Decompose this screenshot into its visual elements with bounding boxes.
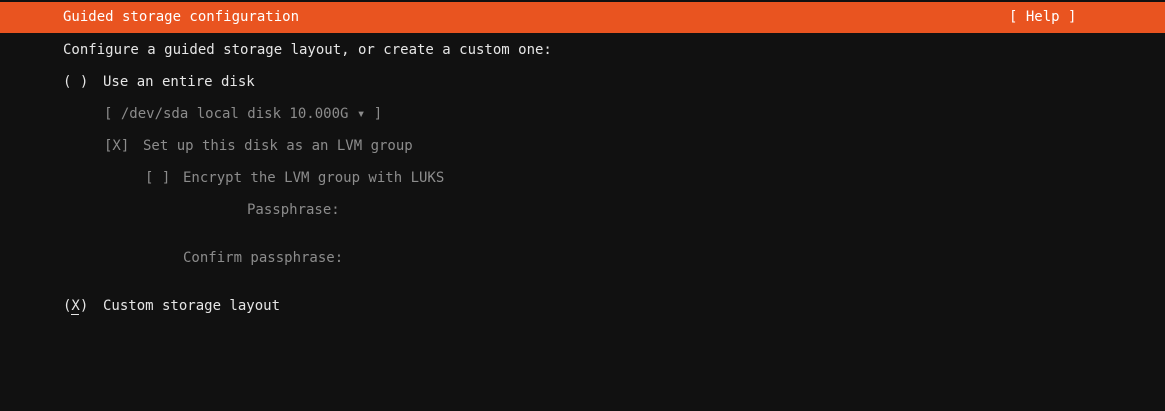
help-button[interactable]: [ Help ] (1009, 9, 1076, 25)
title-bar: Guided storage configuration [ Help ] (0, 2, 1165, 33)
encrypt-checkbox[interactable]: [ ] (145, 169, 170, 187)
focus-cursor (71, 314, 79, 315)
custom-layout-radio[interactable]: (X) (63, 297, 88, 315)
passphrase-label: Passphrase: (247, 202, 340, 218)
lvm-label: Set up this disk as an LVM group (143, 138, 413, 154)
entire-disk-radio[interactable]: ( ) (63, 73, 88, 91)
confirm-passphrase-label: Confirm passphrase: (183, 250, 344, 266)
disk-select[interactable]: [ /dev/sda local disk 10.000G ▾ ] (104, 105, 382, 123)
lvm-checkbox[interactable]: [X] (104, 137, 129, 155)
intro-text: Configure a guided storage layout, or cr… (63, 42, 552, 58)
custom-layout-label[interactable]: Custom storage layout (103, 297, 280, 315)
encrypt-label: Encrypt the LVM group with LUKS (183, 170, 445, 186)
entire-disk-label[interactable]: Use an entire disk (103, 73, 255, 91)
page-title: Guided storage configuration (63, 9, 300, 25)
